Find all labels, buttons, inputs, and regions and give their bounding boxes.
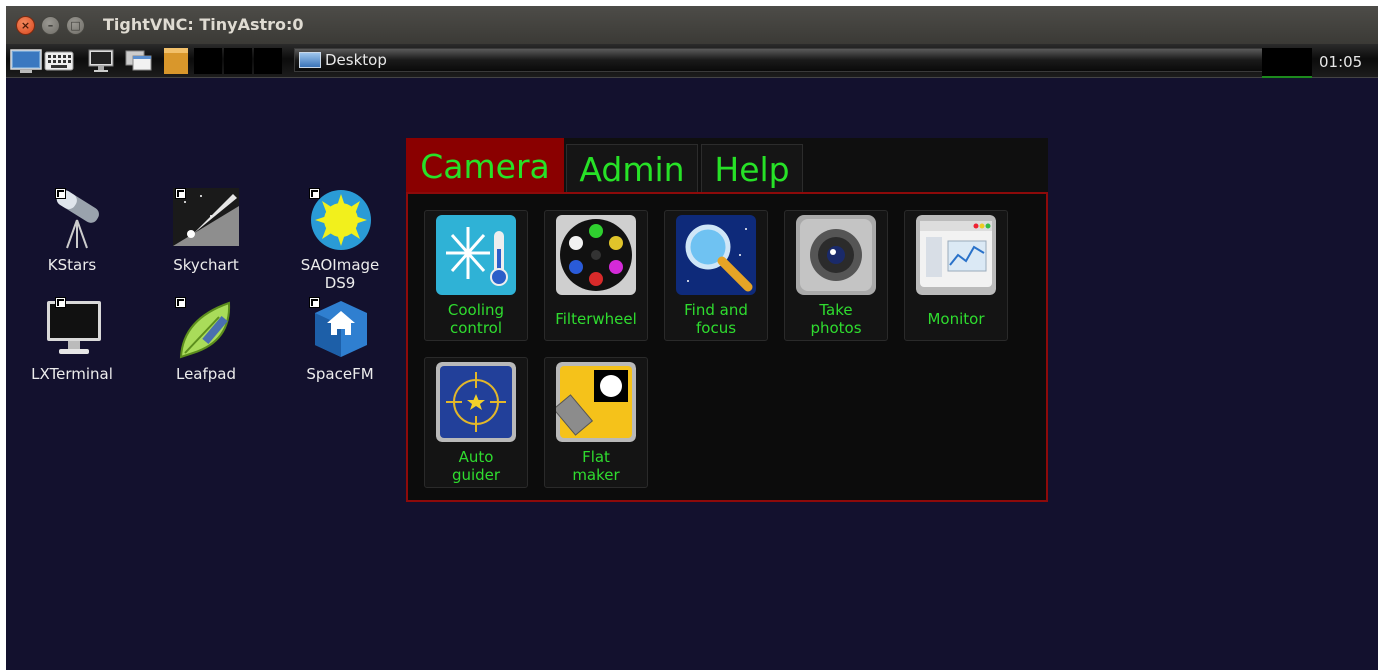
taskbar-slot[interactable] xyxy=(194,48,222,74)
window-icon xyxy=(299,52,321,68)
tile-label: Cooling control xyxy=(447,301,505,337)
clock[interactable]: 01:05 xyxy=(1319,53,1362,71)
tile-label: Find and focus xyxy=(684,301,748,337)
desktop-icon-spacefm[interactable]: SpaceFM xyxy=(290,295,390,383)
monitor-chart-icon xyxy=(916,215,996,295)
close-icon: × xyxy=(20,19,31,32)
desktop-icon-label: LXTerminal xyxy=(31,365,113,383)
taskbar-slot[interactable] xyxy=(254,48,282,74)
camera-tab-content: Cooling control Filterwheel Find and foc… xyxy=(406,192,1048,502)
minimize-window-button[interactable]: – xyxy=(41,16,60,35)
desktop-icon-label: Skychart xyxy=(173,256,239,274)
shortcut-arrow-icon xyxy=(309,297,320,308)
tile-label: Take photos xyxy=(810,301,862,337)
desktop-icon-label: SpaceFM xyxy=(306,365,374,383)
desktop-icon-kstars[interactable]: KStars xyxy=(22,186,122,274)
box-icon[interactable] xyxy=(162,48,190,74)
minimize-icon: – xyxy=(47,19,54,32)
close-window-button[interactable]: × xyxy=(16,16,35,35)
taskbar: Desktop 01:05 xyxy=(6,44,1378,78)
vnc-window: × – □ TightVNC: TinyAstro:0 Desktop 01:0… xyxy=(6,6,1378,670)
shortcut-arrow-icon xyxy=(175,297,186,308)
camera-lens-icon xyxy=(796,215,876,295)
telescope-icon xyxy=(56,190,99,249)
shortcut-arrow-icon xyxy=(55,188,66,199)
tile-label: Auto guider xyxy=(451,448,501,484)
tab-camera[interactable]: Camera xyxy=(406,138,564,194)
cooling-control-button[interactable]: Cooling control xyxy=(424,210,528,341)
maximize-icon: □ xyxy=(70,19,81,32)
tab-admin[interactable]: Admin xyxy=(566,144,698,194)
magnifier-icon xyxy=(676,215,756,295)
filter-wheel-icon xyxy=(556,215,636,295)
monitor-button[interactable]: Monitor xyxy=(904,210,1008,341)
tile-label: Flat maker xyxy=(572,448,620,484)
filterwheel-button[interactable]: Filterwheel xyxy=(544,210,648,341)
flat-maker-button[interactable]: Flat maker xyxy=(544,357,648,488)
tab-help[interactable]: Help xyxy=(701,144,803,194)
desktop-icon-saoimage-ds9[interactable]: SAOImage DS9 xyxy=(290,186,390,292)
flat-panel-icon xyxy=(556,362,636,442)
cpu-monitor[interactable] xyxy=(1262,48,1312,78)
desktop-icon-lxterminal[interactable]: LXTerminal xyxy=(22,295,122,383)
tile-label: Monitor xyxy=(927,310,985,328)
desktop-icon-label: Leafpad xyxy=(175,365,237,383)
desktop-icon-leafpad[interactable]: Leafpad xyxy=(156,295,256,383)
window-title: TightVNC: TinyAstro:0 xyxy=(103,15,304,34)
taskbar-window-label: Desktop xyxy=(325,51,387,69)
crosshair-star-icon xyxy=(436,362,516,442)
shortcut-arrow-icon xyxy=(309,188,320,199)
snowflake-thermometer-icon xyxy=(436,215,516,295)
maximize-window-button[interactable]: □ xyxy=(66,16,85,35)
tile-label: Filterwheel xyxy=(555,310,637,328)
taskbar-slot[interactable] xyxy=(224,48,252,74)
terminal-monitor-icon xyxy=(47,301,101,354)
auto-guider-button[interactable]: Auto guider xyxy=(424,357,528,488)
title-bar[interactable]: × – □ TightVNC: TinyAstro:0 xyxy=(6,6,1378,44)
windows-icon[interactable] xyxy=(124,48,154,74)
desktop-icon-label: SAOImage DS9 xyxy=(300,256,380,292)
shortcut-arrow-icon xyxy=(175,188,186,199)
desktop-icon-skychart[interactable]: Skychart xyxy=(156,186,256,274)
astro-control-panel: Camera Admin Help Cooling control Filter… xyxy=(406,138,1048,502)
shortcut-arrow-icon xyxy=(55,297,66,308)
keyboard-icon[interactable] xyxy=(44,48,74,74)
desktop-icon-label: KStars xyxy=(47,256,97,274)
taskbar-window-button[interactable]: Desktop xyxy=(294,48,1266,72)
take-photos-button[interactable]: Take photos xyxy=(784,210,888,341)
monitor-icon[interactable] xyxy=(86,48,116,74)
tab-strip: Camera Admin Help xyxy=(406,138,1048,194)
find-and-focus-button[interactable]: Find and focus xyxy=(664,210,768,341)
desktop-show-icon[interactable] xyxy=(10,48,42,74)
